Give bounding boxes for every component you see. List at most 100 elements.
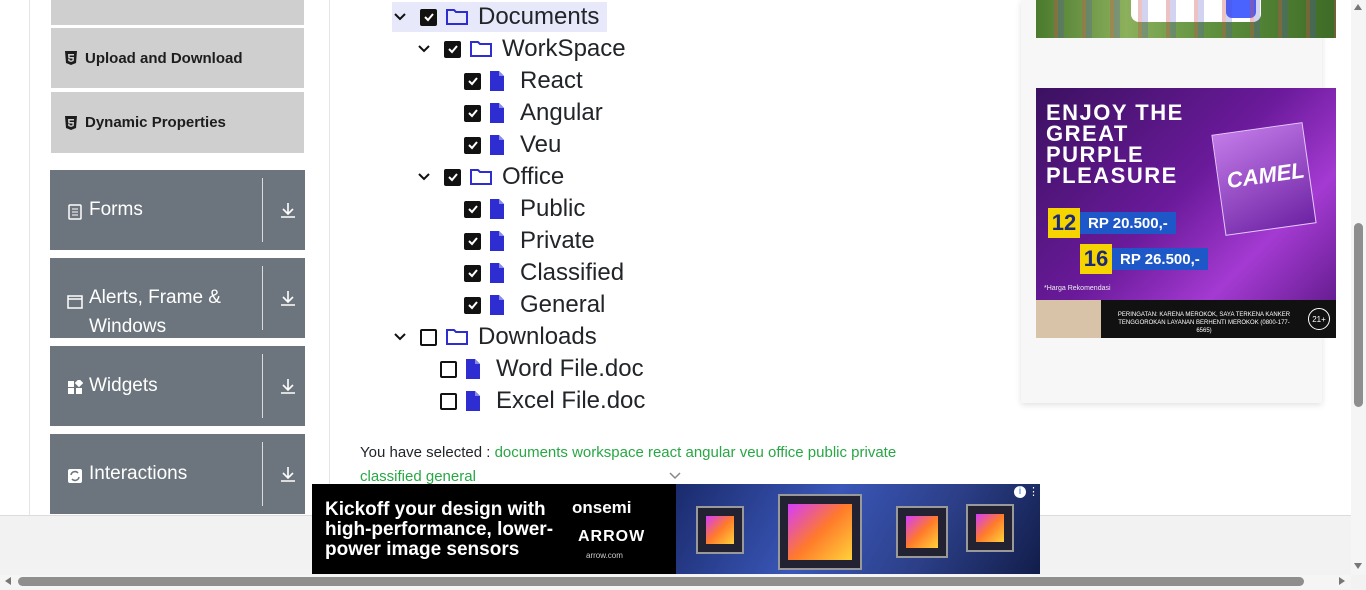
checkbox-checked[interactable] (464, 136, 481, 154)
download-arrow-icon[interactable] (279, 201, 297, 219)
checkbox-checked[interactable] (464, 296, 481, 314)
download-arrow-icon[interactable] (279, 465, 297, 483)
scroll-down-arrow[interactable] (1354, 563, 1362, 569)
tree-node-label: React (520, 67, 583, 94)
sidebar-group-label: Interactions (89, 463, 188, 484)
ad-price-16: 16 RP 26.500,- (1080, 244, 1208, 274)
folder-icon (446, 329, 468, 345)
checkbox-checked[interactable] (444, 168, 461, 186)
chevron-down-icon[interactable] (392, 9, 408, 25)
sidebar-item-partial[interactable] (51, 0, 304, 25)
tree-node-angular[interactable]: Angular (464, 98, 603, 128)
sidebar-item-label: Dynamic Properties (85, 114, 226, 131)
warning-text: PERINGATAN: KARENA MEROKOK, SAYA TERKENA… (1117, 312, 1291, 334)
tree-node-label: Downloads (478, 323, 597, 350)
sidebar-group-interactions[interactable]: Interactions (50, 434, 305, 514)
ad-footnote: *Harga Rekomendasi (1044, 285, 1111, 292)
tree-node-veu[interactable]: Veu (464, 130, 561, 160)
file-icon (490, 295, 504, 315)
ad-health-warning: PERINGATAN: KARENA MEROKOK, SAYA TERKENA… (1036, 300, 1336, 338)
vertical-scroll-thumb[interactable] (1354, 223, 1363, 407)
tree-node-label: Excel File.doc (496, 387, 646, 414)
folder-icon (446, 9, 468, 25)
ad-copy: Kickoff your design with high-performanc… (325, 499, 554, 560)
interactions-icon (68, 469, 82, 483)
check-icon (467, 109, 478, 118)
ad-options-icon[interactable]: ⋮ (1028, 485, 1039, 499)
sidebar-group-forms[interactable]: Forms (50, 170, 305, 250)
ad-sticks-count: 16 (1080, 244, 1112, 274)
tree-node-word-file[interactable]: Word File.doc (440, 354, 644, 384)
check-icon (423, 13, 434, 22)
sidebar-item-label: Upload and Download (85, 49, 243, 67)
file-icon (490, 71, 504, 91)
form-icon (68, 204, 82, 220)
chevron-down-icon (669, 472, 681, 480)
tree-node-general[interactable]: General (464, 290, 605, 320)
tree-node-react[interactable]: React (464, 66, 583, 96)
ad-brand-arrow: ARROW (578, 528, 646, 545)
checkbox-checked[interactable] (464, 232, 481, 250)
tree-node-label: General (520, 291, 606, 318)
file-icon (466, 359, 480, 379)
tree-node-excel-file[interactable]: Excel File.doc (440, 386, 645, 416)
ad-sticks-count: 12 (1048, 208, 1080, 238)
checkbox-unchecked[interactable] (440, 360, 457, 378)
tree-node-workspace[interactable]: WorkSpace (416, 34, 626, 64)
checkbox-unchecked[interactable] (440, 392, 457, 410)
tree-node-private[interactable]: Private (464, 226, 595, 256)
sensor-chip (966, 504, 1014, 552)
tree-node-label: Documents (478, 3, 600, 30)
sidebar-group-alerts[interactable]: Alerts, Frame & Windows (50, 258, 305, 338)
sensor-chip (778, 494, 862, 570)
ad-brand-onsemi: onsemi (572, 498, 632, 517)
checkbox-checked[interactable] (464, 104, 481, 122)
checkbox-checked[interactable] (464, 200, 481, 218)
folder-icon (470, 169, 492, 185)
tree-node-documents[interactable]: Documents (392, 2, 608, 32)
chevron-down-icon[interactable] (416, 41, 432, 57)
chevron-down-icon[interactable] (392, 329, 408, 345)
ad-banner-bottom[interactable]: Kickoff your design with high-performanc… (312, 484, 1040, 574)
check-icon (467, 77, 478, 86)
sidebar-item-upload-download[interactable]: Upload and Download (51, 28, 304, 88)
check-icon (467, 269, 478, 278)
ad-info-icon[interactable]: i (1014, 486, 1026, 498)
file-icon (490, 263, 504, 283)
ad-brand-url: arrow.com (586, 551, 623, 560)
check-icon (447, 173, 458, 182)
tree-node-public[interactable]: Public (464, 194, 585, 224)
tree-node-office[interactable]: Office (416, 162, 564, 192)
tree-node-label: Public (520, 195, 586, 222)
check-icon (467, 141, 478, 150)
horizontal-scroll-thumb[interactable] (18, 577, 1304, 586)
check-icon (467, 237, 478, 246)
ad-banner-camel[interactable]: ENJOY THE GREAT PURPLE PLEASURE CAMEL 12… (1036, 88, 1336, 338)
ad-banner-top[interactable] (1036, 0, 1336, 38)
checkbox-checked[interactable] (420, 8, 437, 26)
download-arrow-icon[interactable] (279, 289, 297, 307)
sidebar-group-widgets[interactable]: Widgets (50, 346, 305, 426)
checkbox-unchecked[interactable] (420, 328, 437, 346)
chevron-down-icon[interactable] (416, 169, 432, 185)
sidebar-item-dynamic-properties[interactable]: Dynamic Properties (51, 92, 304, 153)
group-separator (262, 354, 263, 418)
download-arrow-icon[interactable] (279, 377, 297, 395)
tree-node-classified[interactable]: Classified (464, 258, 624, 288)
tree-node-downloads[interactable]: Downloads (392, 322, 597, 352)
file-icon (490, 135, 504, 155)
html5-icon (65, 115, 77, 130)
file-icon (490, 103, 504, 123)
checkbox-checked[interactable] (444, 40, 461, 58)
scroll-left-arrow[interactable] (5, 577, 11, 585)
scroll-up-arrow[interactable] (1354, 4, 1362, 10)
tree-node-label: Office (502, 163, 565, 190)
group-separator (262, 442, 263, 506)
checkbox-checked[interactable] (464, 72, 481, 90)
tree-node-label: Angular (520, 99, 603, 126)
ad-headline: ENJOY THE GREAT PURPLE PLEASURE (1046, 100, 1184, 188)
selection-prefix: You have selected : (360, 444, 491, 461)
window-icon (67, 295, 83, 309)
scroll-right-arrow[interactable] (1339, 577, 1345, 585)
checkbox-checked[interactable] (464, 264, 481, 282)
